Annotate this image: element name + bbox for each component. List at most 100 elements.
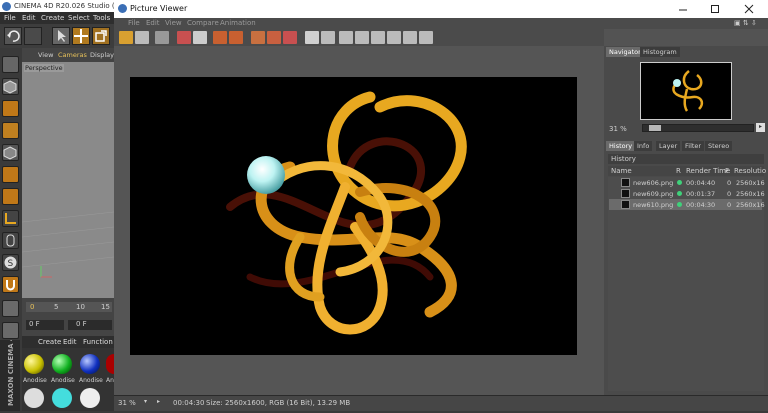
polygons-mode-button[interactable] [2, 188, 19, 205]
start-frame-field[interactable]: 0 F [26, 320, 64, 330]
column-render-time[interactable]: Render Time [686, 167, 730, 175]
viewport-menu-cameras[interactable]: Cameras [58, 51, 87, 59]
move-tool-button[interactable] [72, 27, 90, 45]
material-swatch[interactable] [24, 388, 44, 408]
edges-mode-button[interactable] [2, 166, 19, 183]
points-mode-button[interactable] [2, 144, 19, 161]
tab-navigator[interactable]: Navigator [606, 47, 644, 57]
paste-button[interactable] [229, 31, 243, 44]
material-manager: Anodise Anodise Anodise An [22, 348, 114, 411]
redo-button[interactable] [24, 27, 42, 45]
grid-button[interactable] [2, 300, 19, 317]
column-f[interactable]: F [725, 167, 729, 175]
viewport-menu-view[interactable]: View [38, 51, 53, 59]
zoom-button[interactable] [193, 31, 207, 44]
pv-menu-animation[interactable]: Animation [220, 19, 256, 27]
current-frame-field[interactable]: 0 F [68, 320, 112, 330]
history-thumbnail [621, 200, 630, 209]
maxon-logo: MAXON CINEMA 4D [0, 330, 20, 411]
layer2-button[interactable] [267, 31, 281, 44]
picture-viewer-menubar: File Edit View Compare Animation ▣ ⇅ ⇩ [114, 18, 768, 29]
material-name: Anodise [51, 377, 75, 384]
copy-button[interactable] [213, 31, 227, 44]
navigator-zoom-slider[interactable] [642, 124, 754, 132]
materials-menu-edit[interactable]: Edit [63, 338, 77, 346]
tab-stereo[interactable]: Stereo [705, 141, 733, 151]
c4d-logo-icon [2, 2, 11, 11]
layer3-button[interactable] [283, 31, 297, 44]
pv-menu-file[interactable]: File [128, 19, 140, 27]
magnet-button[interactable] [2, 276, 19, 293]
column-resolution[interactable]: Resolutio [734, 167, 766, 175]
material-swatch[interactable] [24, 354, 44, 374]
material-swatch[interactable] [106, 354, 114, 374]
ab-compare-button[interactable] [305, 31, 319, 44]
lock-button[interactable] [2, 322, 19, 339]
c4d-menu-tools[interactable]: Tools [93, 14, 110, 22]
history-row-name: new606.png [633, 179, 674, 187]
material-swatch[interactable] [52, 388, 72, 408]
navigator-zoom-slider-thumb[interactable] [649, 125, 661, 131]
material-swatch[interactable] [80, 388, 100, 408]
pv-menu-edit[interactable]: Edit [146, 19, 160, 27]
history-row[interactable]: new609.png 00:01:37 0 2560x16 [609, 188, 765, 199]
scale-tool-button[interactable] [92, 27, 110, 45]
undo-button[interactable] [4, 27, 22, 45]
c4d-menu-select[interactable]: Select [68, 14, 90, 22]
open-image-button[interactable] [119, 31, 133, 44]
c4d-menu-create[interactable]: Create [41, 14, 64, 22]
compare-b-button[interactable] [339, 31, 353, 44]
navigator-zoom-arrow-icon[interactable]: ▸ [756, 123, 765, 132]
play-icon[interactable]: ▸ [157, 398, 160, 405]
grid-view-button[interactable] [177, 31, 191, 44]
model-mode-button[interactable] [2, 78, 19, 95]
material-swatch[interactable] [52, 354, 72, 374]
c4d-title-text: CINEMA 4D R20.026 Studio (RC - [14, 2, 129, 10]
select-tool-button[interactable] [52, 27, 70, 45]
maximize-button[interactable] [704, 3, 726, 15]
column-name[interactable]: Name [611, 167, 632, 175]
tweak-mode-button[interactable] [2, 232, 19, 249]
tab-info[interactable]: Info [634, 141, 653, 151]
materials-menu-create[interactable]: Create [38, 338, 61, 346]
zoom-dropdown-icon[interactable]: ▾ [144, 398, 147, 405]
swap-button[interactable] [355, 31, 369, 44]
axis-mode-button[interactable] [2, 210, 19, 227]
layer-button[interactable] [251, 31, 265, 44]
stop-render-button[interactable] [155, 31, 169, 44]
compare-a-button[interactable] [321, 31, 335, 44]
texture-mode-button[interactable] [2, 100, 19, 117]
tab-histogram[interactable]: Histogram [640, 47, 680, 57]
material-swatch[interactable] [80, 354, 100, 374]
timeline-ruler[interactable]: 0 5 10 15 [26, 302, 112, 312]
c4d-menu-edit[interactable]: Edit [22, 14, 36, 22]
history-row-selected[interactable]: new610.png 00:04:30 0 2560x16 [609, 199, 765, 210]
history-thumbnail [621, 178, 630, 187]
editor-viewport[interactable]: Perspective [22, 62, 114, 298]
history-row[interactable]: new606.png 00:04:40 0 2560x16 [609, 177, 765, 188]
info-button[interactable] [419, 31, 433, 44]
pv-panel-layout-icon[interactable]: ▣ ⇅ ⇩ [734, 19, 757, 27]
navigator-thumbnail[interactable] [640, 62, 732, 120]
pv-menu-compare[interactable]: Compare [187, 19, 219, 27]
c4d-menu-file[interactable]: File [4, 14, 16, 22]
difference-button[interactable] [371, 31, 385, 44]
save-image-button[interactable] [135, 31, 149, 44]
column-r[interactable]: R [676, 167, 681, 175]
close-button[interactable] [738, 3, 760, 15]
pv-menu-view[interactable]: View [165, 19, 182, 27]
snapping-button[interactable]: S [2, 254, 19, 271]
text-button[interactable] [387, 31, 401, 44]
make-editable-button[interactable] [2, 56, 19, 73]
viewport-menu-display[interactable]: Display [90, 51, 114, 59]
workplane-button[interactable] [2, 122, 19, 139]
tab-filter[interactable]: Filter [682, 141, 705, 151]
history-row-resolution: 2560x16 [736, 179, 765, 187]
materials-menu-function[interactable]: Function [83, 338, 113, 346]
material-name: Anodise [23, 377, 47, 384]
tab-layer[interactable]: Layer [656, 141, 681, 151]
minimize-button[interactable] [672, 3, 694, 15]
status-zoom-value[interactable]: 31 % [118, 399, 136, 407]
tab-history[interactable]: History [606, 141, 636, 151]
swap2-button[interactable] [403, 31, 417, 44]
